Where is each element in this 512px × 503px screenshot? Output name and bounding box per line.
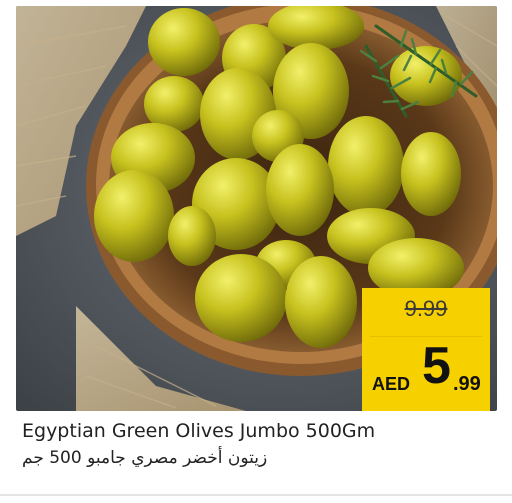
product-card[interactable]: 9.99 AED 5 .99 Egyptian Green Olives Jum… xyxy=(0,0,512,503)
product-title-arabic[interactable]: زيتون أخضر مصري جامبو 500 جم xyxy=(22,448,267,468)
currency-label: AED xyxy=(372,374,411,394)
new-price-integer: 5 xyxy=(422,337,451,395)
product-title-english[interactable]: Egyptian Green Olives Jumbo 500Gm xyxy=(22,420,375,442)
price-tag: 9.99 AED 5 .99 xyxy=(362,288,490,411)
card-bottom-divider xyxy=(0,494,512,496)
new-price-decimal: .99 xyxy=(453,373,481,395)
old-price: 9.99 xyxy=(404,296,448,321)
